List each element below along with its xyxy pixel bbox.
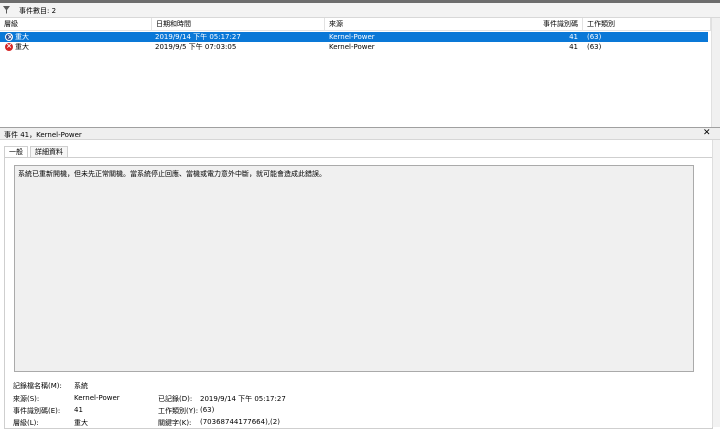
row-level: 重大 [15, 43, 29, 51]
close-icon[interactable]: ✕ [703, 128, 711, 138]
row-level: 重大 [15, 33, 29, 41]
column-header-datetime[interactable]: 日期和時間 [152, 18, 325, 30]
detail-scrollbar[interactable] [712, 140, 720, 427]
list-scrollbar[interactable] [711, 18, 720, 127]
detail-header: 事件 41，Kernel-Power ✕ [0, 128, 720, 140]
source-label: 來源(S): [13, 395, 40, 403]
log-name-label: 記錄檔名稱(M): [13, 382, 62, 390]
row-datetime: 2019/9/14 下午 05:17:27 [155, 33, 241, 41]
log-name-value: 系統 [74, 382, 88, 390]
event-id-value: 41 [74, 406, 83, 414]
source-value: Kernel-Power [74, 394, 120, 402]
row-event-id: 41 [569, 43, 578, 51]
event-row[interactable]: × 重大 2019/9/14 下午 05:17:27 Kernel-Power … [0, 32, 708, 42]
event-description[interactable]: 系統已重新開機，但未先正常關機。當系統停止回應、當機或電力意外中斷，就可能會造成… [14, 165, 694, 372]
row-task: (63) [587, 43, 602, 51]
row-source: Kernel-Power [329, 33, 375, 41]
column-header-level[interactable]: 層級 [0, 18, 152, 30]
task-label: 工作類別(Y): [158, 407, 199, 415]
event-row[interactable]: × 重大 2019/9/5 下午 07:03:05 Kernel-Power 4… [0, 42, 708, 52]
event-count-label: 事件數目: 2 [19, 7, 57, 15]
column-header-event-id[interactable]: 事件識別碼 [483, 18, 583, 30]
row-task: (63) [587, 33, 602, 41]
column-header-task[interactable]: 工作類別 [583, 18, 711, 30]
detail-title: 事件 41，Kernel-Power [4, 131, 82, 139]
error-icon: × [5, 33, 13, 41]
logged-label: 已記錄(D): [158, 395, 193, 403]
error-icon: × [5, 42, 13, 51]
filter-bar: 事件數目: 2 [0, 3, 720, 18]
keywords-value: (70368744177664),(2) [200, 418, 280, 426]
event-description-text: 系統已重新開機，但未先正常關機。當系統停止回應、當機或電力意外中斷，就可能會造成… [18, 170, 326, 178]
row-event-id: 41 [569, 33, 578, 41]
task-value: (63) [200, 406, 215, 414]
row-datetime: 2019/9/5 下午 07:03:05 [155, 43, 237, 51]
event-list: 層級 日期和時間 來源 事件識別碼 工作類別 × 重大 2019/9/14 下午… [0, 18, 711, 127]
logged-value: 2019/9/14 下午 05:17:27 [200, 395, 286, 403]
tab-details[interactable]: 詳細資料 [30, 146, 68, 157]
row-source: Kernel-Power [329, 43, 375, 51]
event-id-label: 事件識別碼(E): [13, 407, 61, 415]
filter-icon[interactable] [3, 6, 10, 14]
